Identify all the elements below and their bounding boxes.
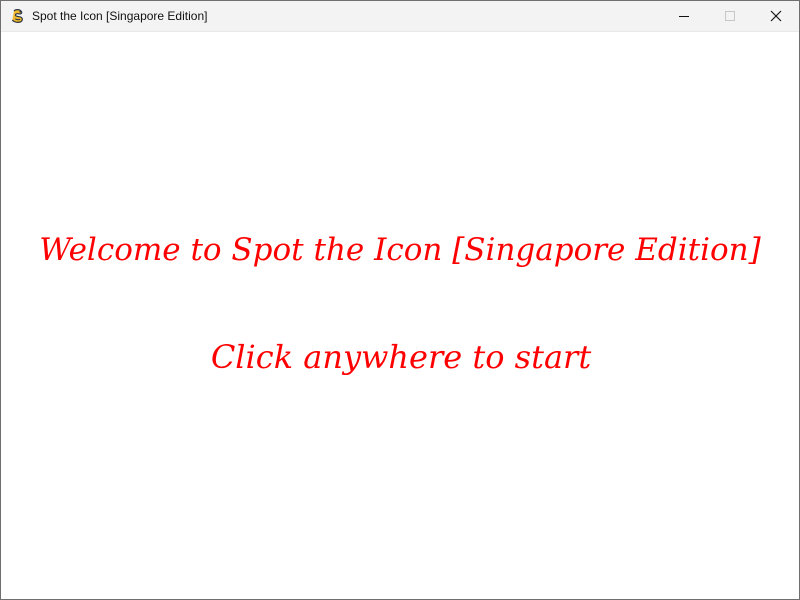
window-titlebar[interactable]: Spot the Icon [Singapore Edition]: [1, 1, 799, 32]
close-icon: [770, 7, 782, 26]
welcome-message: Welcome to Spot the Icon [Singapore Edit…: [39, 232, 761, 268]
window-controls: [661, 1, 799, 32]
game-start-screen[interactable]: Welcome to Spot the Icon [Singapore Edit…: [1, 32, 799, 599]
pygame-snake-icon: [10, 8, 26, 24]
app-window: Spot the Icon [Singapore Edition] Welcom…: [0, 0, 800, 600]
maximize-icon: [724, 7, 736, 26]
window-title: Spot the Icon [Singapore Edition]: [32, 9, 208, 23]
close-button[interactable]: [753, 1, 799, 32]
minimize-button[interactable]: [661, 1, 707, 32]
start-instruction: Click anywhere to start: [210, 338, 592, 376]
minimize-icon: [678, 7, 690, 26]
maximize-button[interactable]: [707, 1, 753, 32]
